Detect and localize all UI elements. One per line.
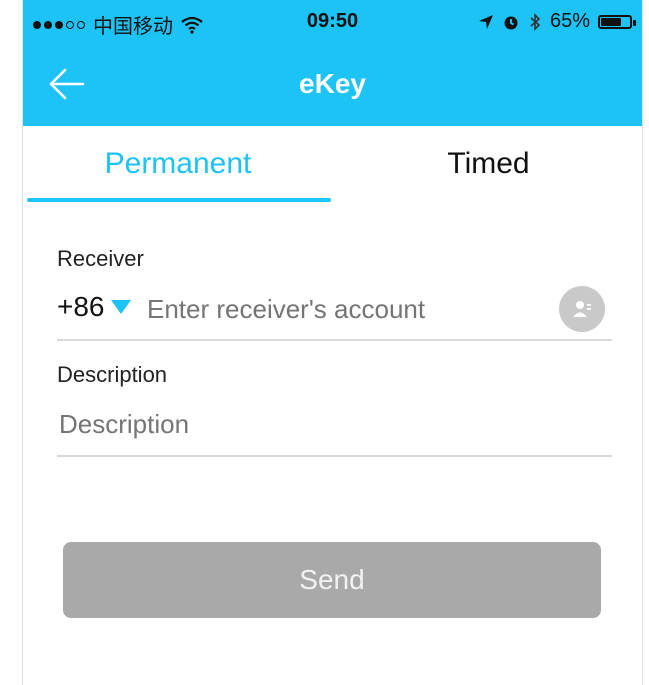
battery-percent: 65% (549, 10, 590, 32)
battery-icon (598, 14, 636, 29)
header: 中国移动 09:50 65% eKey (23, 0, 642, 126)
status-bar: 中国移动 09:50 65% (23, 0, 642, 44)
send-button[interactable]: Send (63, 542, 601, 618)
active-tab-indicator (27, 198, 331, 202)
description-label: Description (57, 362, 168, 387)
triangle-down-icon (110, 300, 131, 314)
description-input[interactable] (57, 408, 616, 441)
app-frame: 中国移动 09:50 65% eKey Permanent Timed Rece… (22, 0, 643, 685)
tab-permanent[interactable]: Permanent (23, 126, 333, 202)
tab-bar: Permanent Timed (23, 126, 642, 202)
page-title: eKey (299, 68, 366, 99)
status-right: 65% (478, 10, 636, 33)
receiver-divider (57, 339, 612, 341)
country-code-selector[interactable]: +86 (57, 291, 131, 323)
alarm-icon (504, 16, 518, 29)
receiver-label: Receiver (57, 246, 144, 271)
tab-timed[interactable]: Timed (333, 126, 644, 202)
bluetooth-icon (530, 12, 541, 31)
country-code: +86 (57, 291, 105, 322)
receiver-account-input[interactable] (145, 293, 549, 326)
contact-person-icon (573, 301, 591, 317)
location-arrow-icon (478, 14, 493, 29)
navigation-bar: eKey (23, 44, 642, 126)
description-divider (57, 455, 612, 457)
contact-picker-button[interactable] (559, 286, 605, 332)
